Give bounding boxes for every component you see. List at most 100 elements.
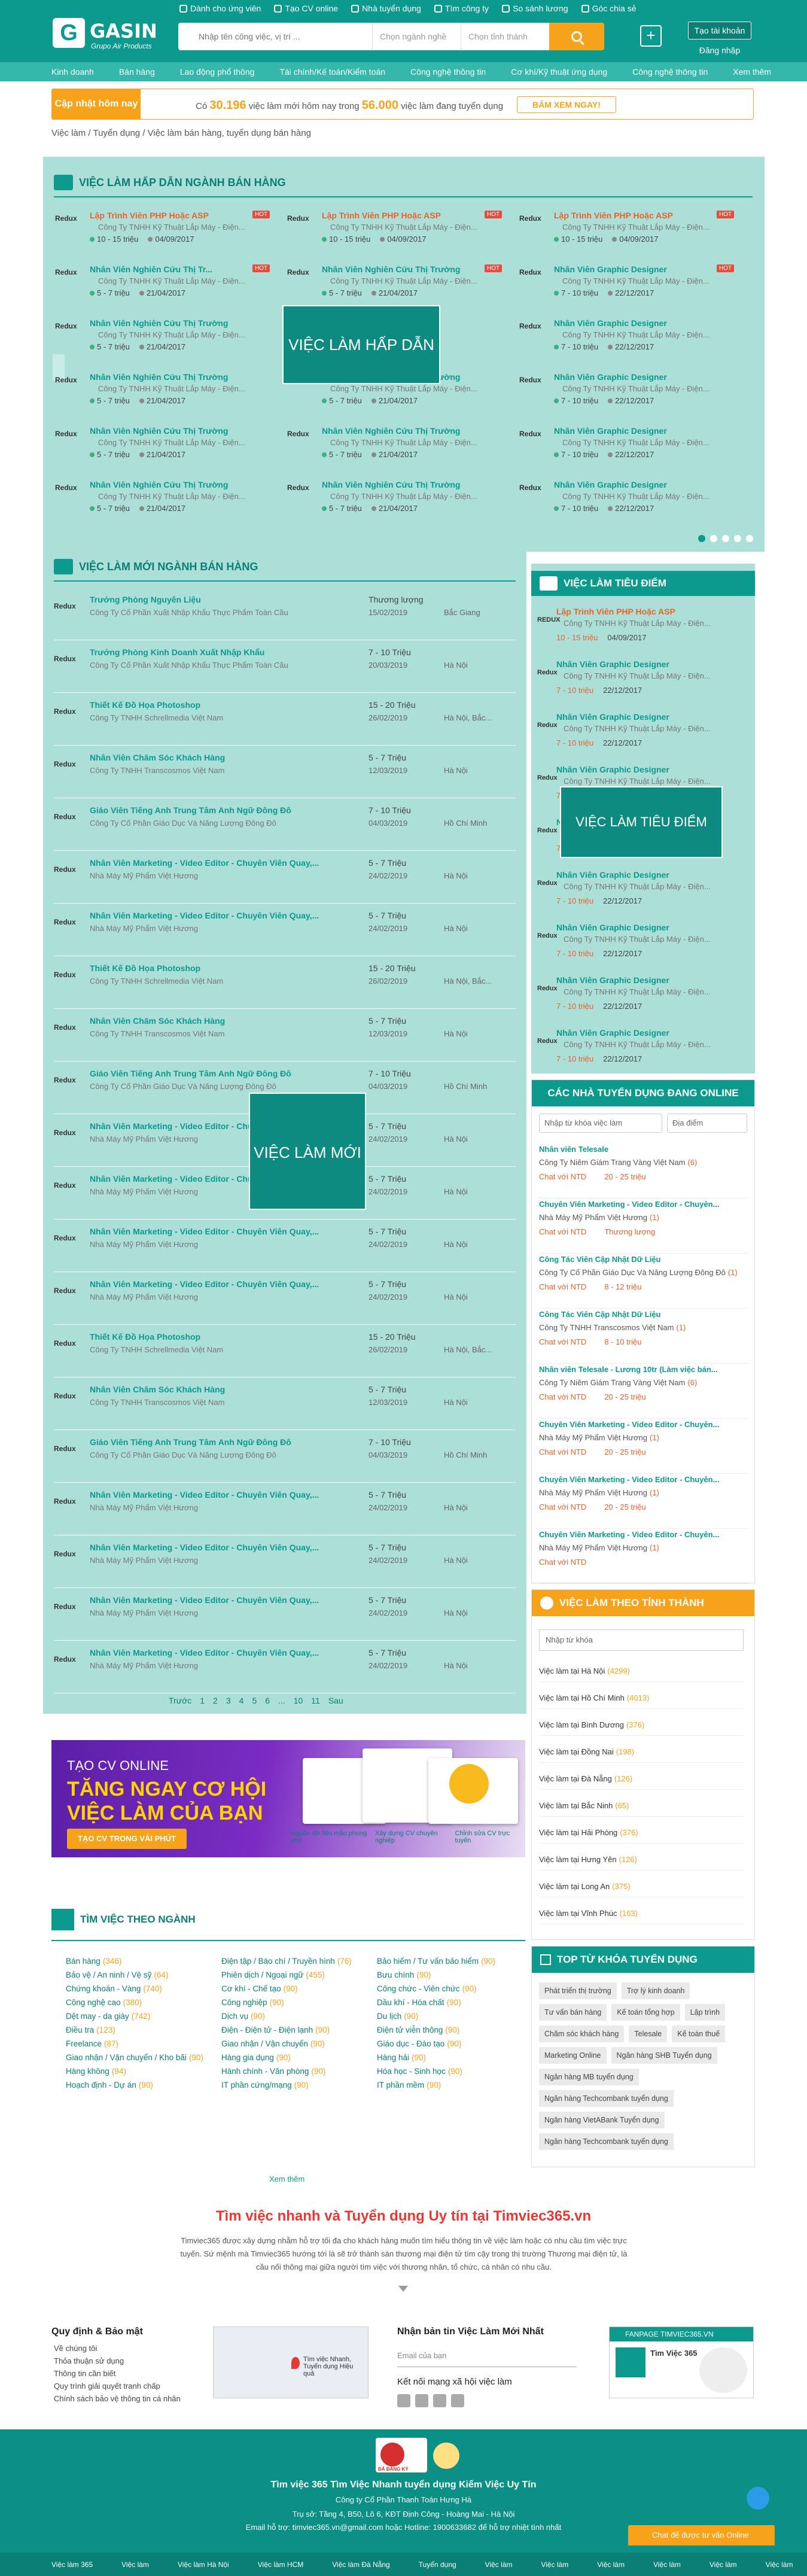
company-name[interactable]: Nhà Máy Mỹ Phẩm Việt Hương (90, 1240, 329, 1249)
industry-item[interactable]: Dịch vụ (90) (221, 2012, 377, 2021)
company-name[interactable]: Công Ty TNHH Transcosmos Việt Nam (1) (539, 1323, 742, 1332)
company-name[interactable]: Nhà Máy Mỹ Phẩm Việt Hương (90, 1503, 329, 1512)
company-name[interactable]: Nhà Máy Mỹ Phẩm Việt Hương (1) (539, 1543, 742, 1552)
company-name[interactable]: Nhà Máy Mỹ Phẩm Việt Hương (1) (539, 1433, 742, 1442)
search-input[interactable] (178, 23, 372, 50)
keyword-tag[interactable]: Phát triển thị trường (539, 1982, 617, 1999)
job-card[interactable]: Redux Lập Trình Viên PHP Hoặc ASP HOT Công … (519, 207, 742, 254)
fanpage-widget[interactable]: FANPAGE TIMVIEC365.VN Tìm Việc 365 (609, 2326, 754, 2398)
job-title[interactable]: Giáo Viên Tiếng Anh Trung Tâm Anh Ngữ Đô… (90, 805, 329, 815)
job-title[interactable]: Công Tác Viên Cập Nhật Dữ Liệu (539, 1255, 742, 1264)
policy-link[interactable]: Về chúng tôi (51, 2342, 181, 2355)
brand-name[interactable]: GASIN (90, 20, 157, 42)
job-card[interactable]: Redux Nhân Viên Graphic Designer HOT Công T… (519, 261, 742, 308)
company-name[interactable]: Công Ty TNHH Kỹ Thuật Lắp Máy - Điện... (330, 492, 492, 501)
company-logo[interactable]: Redux (54, 1497, 81, 1515)
job-title[interactable]: Nhân Viên Nghiên Cứu Thị Trường (90, 318, 239, 328)
keyword-tag[interactable]: Kế toán thuế (672, 2025, 726, 2042)
view-now-button[interactable]: BẤM XEM NGAY! (517, 96, 616, 113)
job-title[interactable]: Trưởng Phòng Nguyên Liệu (90, 595, 329, 604)
youtube-icon[interactable] (433, 2394, 446, 2407)
company-name[interactable]: Công Ty TNHH Kỹ Thuật Lắp Máy - Điện... (330, 384, 492, 393)
keyword-tag[interactable]: Ngân hàng MB tuyển dụng (539, 2069, 639, 2085)
table-row[interactable]: Redux Nhân Viên Chăm Sóc Khách Hàng Công T… (54, 747, 516, 798)
list-item[interactable]: Chuyên Viên Marketing - Video Editor - C… (539, 1414, 748, 1474)
policy-link[interactable]: Thỏa thuận sử dụng (51, 2355, 181, 2367)
company-logo[interactable]: Redux (54, 1655, 81, 1673)
company-logo[interactable]: Redux (54, 918, 81, 936)
page-link[interactable]: 11 (311, 1696, 320, 1705)
table-row[interactable]: Redux Trưởng Phòng Kinh Doanh Xuất Nhập K… (54, 641, 516, 693)
job-title[interactable]: Nhân Viên Graphic Designer (556, 1028, 706, 1038)
company-logo[interactable]: Redux (55, 322, 83, 340)
nav-item[interactable]: Kinh doanh (51, 67, 94, 77)
company-logo[interactable]: Redux (54, 1234, 81, 1252)
company-name[interactable]: Công Ty Cổ Phần Giáo Dục Và Năng Lượng Đ… (90, 819, 329, 828)
footer-nav-link[interactable]: Việc làm (541, 2560, 568, 2569)
company-logo[interactable]: Redux (54, 1129, 81, 1146)
chat-link[interactable]: Chat với NTD (539, 1392, 586, 1401)
footer-nav-link[interactable]: Tuyển dụng (419, 2560, 456, 2569)
job-title[interactable]: Thiết Kế Đồ Họa Photoshop (90, 963, 329, 973)
job-card[interactable]: Redux Nhân Viên Nghiên Cứu Thị Trường Công… (55, 369, 278, 415)
industry-item[interactable]: IT phần cứng/mạng (90) (221, 2081, 377, 2090)
nav-item[interactable]: Bán hàng (119, 67, 155, 77)
page-link[interactable]: 6 (265, 1696, 270, 1705)
province-item[interactable]: Việc làm tại Đồng Nai (198) (539, 1741, 744, 1763)
company-logo[interactable]: Redux (55, 268, 83, 286)
login-button[interactable]: Đăng nhập (688, 42, 751, 60)
company-name[interactable]: Công Ty Cổ Phần Xuất Nhập Khẩu Thực Phẩm… (90, 608, 329, 617)
job-title[interactable]: Giáo Viên Tiếng Anh Trung Tâm Anh Ngữ Đô… (90, 1069, 329, 1078)
industry-item[interactable]: Bảo hiểm / Tư vấn bảo hiểm (90) (377, 1957, 520, 1966)
job-title[interactable]: Nhân Viên Marketing - Video Editor - Chu… (90, 1490, 329, 1500)
company-logo[interactable]: Redux (54, 865, 81, 883)
job-title[interactable]: Nhân Viên Nghiên Cứu Thị Trường (90, 372, 239, 382)
job-title[interactable]: Chuyên Viên Marketing - Video Editor - C… (539, 1200, 742, 1209)
company-name[interactable]: Công Ty TNHH Kỹ Thuật Lắp Máy - Điện... (564, 1040, 731, 1049)
keyword-tag[interactable]: Trợ lý kinh doanh (621, 1982, 690, 1999)
job-title[interactable]: Lập Trình Viên PHP Hoặc ASP (322, 211, 471, 220)
list-item[interactable]: Chuyên Viên Marketing - Video Editor - C… (539, 1194, 748, 1254)
search-button[interactable] (549, 23, 604, 50)
table-row[interactable]: Redux Trưởng Phòng Nguyên Liệu Công Ty Cổ … (54, 589, 516, 640)
footer-nav-link[interactable]: Việc làm 365 (51, 2560, 93, 2569)
industry-item[interactable]: Điện tử viễn thông (90) (377, 2025, 520, 2034)
office-map[interactable]: Tìm việc Nhanh, Tuyển dụng Hiệu quả (213, 2326, 369, 2398)
job-title[interactable]: Chuyên Viên Marketing - Video Editor - C… (539, 1475, 742, 1484)
create-cv-banner[interactable]: TẠO CV ONLINE TĂNG NGAY CƠ HỘI VIỆC LÀM … (51, 1740, 525, 1857)
province-item[interactable]: Việc làm tại Long An (375) (539, 1876, 744, 1897)
company-logo[interactable]: Redux (54, 1181, 81, 1199)
company-name[interactable]: Công Ty TNHH Transcosmos Việt Nam (90, 1029, 329, 1038)
policy-link[interactable]: Quy trình giải quyết tranh chấp (51, 2380, 181, 2392)
industry-item[interactable]: Freelance (87) (66, 2039, 221, 2048)
google-plus-icon[interactable] (415, 2394, 428, 2407)
carousel-dot[interactable] (722, 535, 729, 542)
breadcrumb[interactable]: Việc làm / Tuyển dụng / Việc làm bán hàn… (51, 128, 311, 138)
top-link-1[interactable]: Tạo CV online (274, 4, 338, 13)
footer-nav-link[interactable]: Việc làm (121, 2560, 149, 2569)
company-name[interactable]: Nhà Máy Mỹ Phẩm Việt Hương (90, 871, 329, 880)
company-logo[interactable]: Redux (537, 722, 558, 740)
company-logo[interactable]: Redux (537, 669, 558, 687)
job-title[interactable]: Nhân Viên Graphic Designer (554, 264, 704, 274)
company-name[interactable]: Công Ty TNHH Kỹ Thuật Lắp Máy - Điện... (564, 987, 731, 996)
chat-link[interactable]: Chat với NTD (539, 1337, 586, 1346)
skype-icon[interactable] (747, 2487, 769, 2510)
industry-item[interactable]: IT phần mềm (90) (377, 2081, 520, 2090)
view-more-link[interactable]: Xem thêm (269, 2174, 304, 2183)
list-item[interactable]: Chuyên Viên Marketing - Video Editor - C… (539, 1524, 748, 1584)
logo-icon[interactable]: G (53, 18, 85, 48)
company-name[interactable]: Nhà Máy Mỹ Phẩm Việt Hương (90, 924, 329, 933)
company-logo[interactable]: Redux (54, 602, 81, 620)
company-logo[interactable]: REDUX (537, 616, 561, 634)
location-select[interactable]: Địa điểm (667, 1114, 747, 1133)
list-item[interactable]: REDUX Lập Trình Viên PHP Hoặc ASP Công Ty … (537, 603, 748, 655)
footer-nav-link[interactable]: Việc làm (653, 2560, 681, 2569)
job-card[interactable]: Redux Nhân Viên Nghiên Cứu Thị Trường Công… (55, 476, 278, 523)
chat-link[interactable]: Chat với NTD (539, 1503, 586, 1511)
company-logo[interactable]: Redux (54, 707, 81, 725)
footer-nav-link[interactable]: Việc làm Hà Nội (178, 2560, 229, 2569)
job-card[interactable]: Redux Nhân Viên Graphic Designer Công Ty T… (519, 476, 742, 523)
company-logo[interactable]: Redux (54, 1392, 81, 1410)
company-name[interactable]: Công Ty TNHH Kỹ Thuật Lắp Máy - Điện... (564, 935, 731, 944)
